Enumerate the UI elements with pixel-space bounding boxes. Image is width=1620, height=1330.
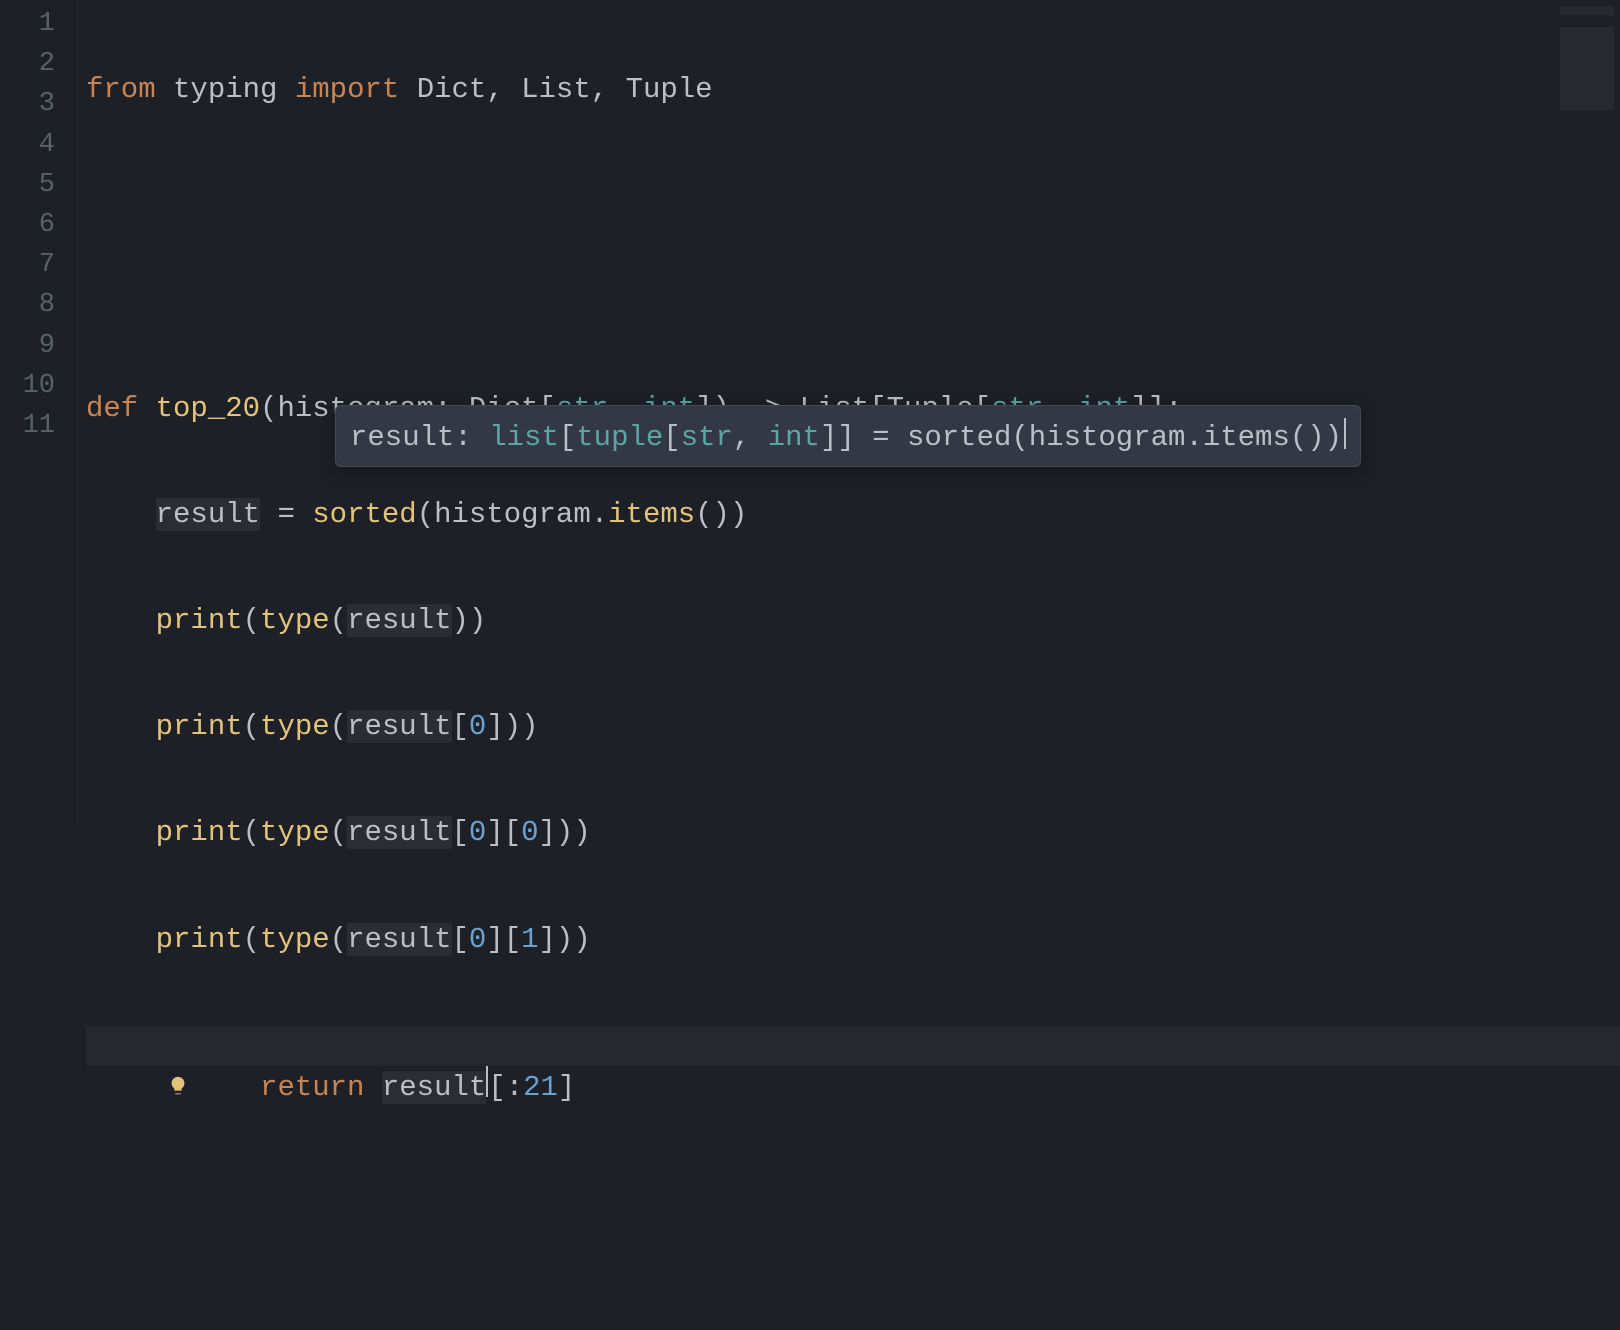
literal-int: 0 bbox=[469, 816, 486, 849]
line-number: 1 bbox=[0, 4, 77, 44]
module-typing: typing bbox=[173, 73, 277, 106]
literal-int: 0 bbox=[521, 816, 538, 849]
func-name: top_20 bbox=[156, 392, 260, 425]
var-result: result bbox=[382, 1071, 486, 1104]
line-number-gutter: 1 2 3 4 5 6 7 8 9 10 11 bbox=[0, 0, 78, 825]
type-list: List bbox=[521, 73, 591, 106]
keyword-def: def bbox=[86, 392, 138, 425]
var-result: result bbox=[347, 604, 451, 637]
code-line[interactable]: result = sorted(histogram.items()) bbox=[86, 495, 1620, 535]
code-line[interactable]: print(type(result[0][0])) bbox=[86, 813, 1620, 853]
builtin-type: type bbox=[260, 816, 330, 849]
line-number: 8 bbox=[0, 285, 77, 325]
line-number: 2 bbox=[0, 44, 77, 84]
literal-int: 0 bbox=[469, 710, 486, 743]
code-line[interactable]: print(type(result)) bbox=[86, 601, 1620, 641]
hover-cursor bbox=[1344, 418, 1346, 449]
hover-type-tuple: tuple bbox=[576, 421, 663, 454]
code-line[interactable] bbox=[86, 1132, 1620, 1172]
type-tuple: Tuple bbox=[626, 73, 713, 106]
lightbulb-icon[interactable] bbox=[28, 1030, 48, 1050]
builtin-sorted: sorted bbox=[312, 498, 416, 531]
hover-items: items bbox=[1203, 421, 1290, 454]
code-line[interactable]: from typing import Dict, List, Tuple bbox=[86, 70, 1620, 110]
var-result: result bbox=[156, 498, 260, 531]
type-hover-tooltip: result: list[tuple[str, int]] = sorted(h… bbox=[335, 405, 1361, 467]
builtin-type: type bbox=[260, 710, 330, 743]
var-result: result bbox=[347, 923, 451, 956]
line-number: 9 bbox=[0, 326, 77, 366]
line-number: 7 bbox=[0, 245, 77, 285]
line-number: 6 bbox=[0, 205, 77, 245]
var-result: result bbox=[347, 710, 451, 743]
literal-int: 0 bbox=[469, 923, 486, 956]
builtin-type: type bbox=[260, 923, 330, 956]
type-dict: Dict bbox=[417, 73, 487, 106]
var-result: result bbox=[347, 816, 451, 849]
builtin-type: type bbox=[260, 604, 330, 637]
minimap[interactable] bbox=[1560, 6, 1614, 166]
method-items: items bbox=[608, 498, 695, 531]
code-line[interactable] bbox=[86, 176, 1620, 216]
line-number: 11 bbox=[0, 406, 77, 446]
hover-type-list: list bbox=[489, 421, 559, 454]
builtin-print: print bbox=[156, 710, 243, 743]
hover-histogram: histogram bbox=[1029, 421, 1186, 454]
op-assign: = bbox=[277, 498, 294, 531]
var-histogram: histogram bbox=[434, 498, 591, 531]
keyword-import: import bbox=[295, 73, 399, 106]
builtin-print: print bbox=[156, 604, 243, 637]
literal-int: 21 bbox=[523, 1071, 558, 1104]
keyword-from: from bbox=[86, 73, 156, 106]
hover-type-str: str bbox=[681, 421, 733, 454]
hover-var: result bbox=[350, 421, 454, 454]
builtin-print: print bbox=[156, 816, 243, 849]
code-line[interactable]: print(type(result[0])) bbox=[86, 707, 1620, 747]
builtin-print: print bbox=[156, 923, 243, 956]
line-number: 4 bbox=[0, 125, 77, 165]
line-number: 3 bbox=[0, 84, 77, 124]
code-line[interactable] bbox=[86, 282, 1620, 322]
line-number: 10 bbox=[0, 366, 77, 406]
hover-sorted: sorted bbox=[907, 421, 1011, 454]
line-number: 5 bbox=[0, 165, 77, 205]
code-line[interactable]: print(type(result[0][1])) bbox=[86, 920, 1620, 960]
code-line-active[interactable]: return result[:21] bbox=[86, 1026, 1620, 1066]
hover-type-int: int bbox=[768, 421, 820, 454]
keyword-return: return bbox=[260, 1071, 364, 1104]
literal-int: 1 bbox=[521, 923, 538, 956]
